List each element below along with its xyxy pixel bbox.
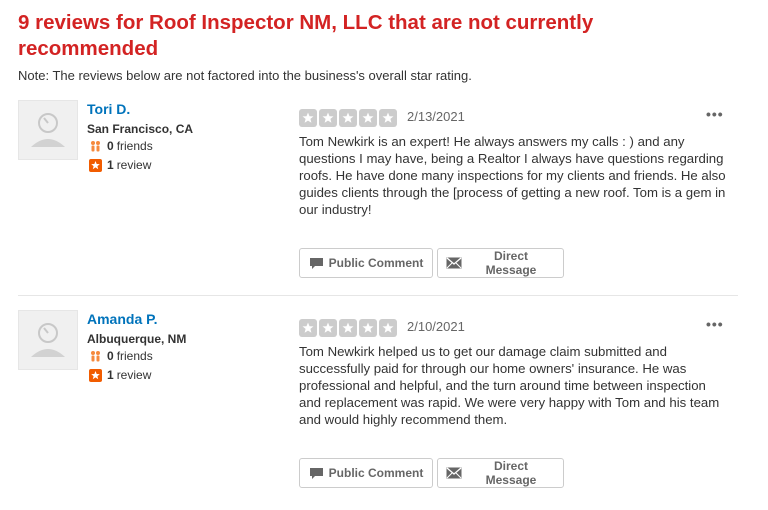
friends-icon bbox=[91, 140, 100, 151]
reviews-count-value: 1 bbox=[107, 158, 114, 172]
public-comment-label: Public Comment bbox=[328, 466, 424, 480]
friends-icon bbox=[91, 350, 100, 361]
reviews-count: 1 review bbox=[89, 158, 151, 172]
star-icon bbox=[299, 319, 317, 337]
review-star-icon bbox=[89, 158, 102, 172]
star-icon bbox=[319, 319, 337, 337]
star-rating bbox=[299, 319, 399, 337]
star-rating bbox=[299, 109, 399, 127]
star-icon bbox=[359, 109, 377, 127]
page-title: 9 reviews for Roof Inspector NM, LLC tha… bbox=[18, 11, 594, 60]
friends-label: friends bbox=[116, 349, 153, 363]
reviews-count-value: 1 bbox=[107, 368, 114, 382]
direct-message-label: Direct Message bbox=[485, 249, 537, 277]
reviews-count: 1 review bbox=[89, 368, 151, 382]
direct-message-label: Direct Message bbox=[485, 459, 537, 487]
friends-count-value: 0 bbox=[107, 349, 114, 363]
star-icon bbox=[339, 319, 357, 337]
speech-bubble-icon bbox=[309, 467, 323, 479]
star-icon bbox=[379, 109, 397, 127]
friends-count-value: 0 bbox=[107, 139, 114, 153]
user-location: San Francisco, CA bbox=[87, 122, 194, 136]
public-comment-label: Public Comment bbox=[328, 256, 424, 270]
reviews-label: review bbox=[116, 368, 152, 382]
review-text: Tom Newkirk helped us to get our damage … bbox=[299, 344, 720, 427]
user-name-link[interactable]: Tori D. bbox=[87, 101, 130, 117]
direct-message-button[interactable]: Direct Message bbox=[437, 458, 564, 488]
speech-bubble-icon bbox=[309, 257, 323, 269]
more-options-icon[interactable]: ••• bbox=[706, 106, 724, 122]
avatar[interactable] bbox=[18, 310, 78, 370]
avatar[interactable] bbox=[18, 100, 78, 160]
friends-count: 0 friends bbox=[89, 139, 153, 153]
disclaimer-note: Note: The reviews below are not factored… bbox=[18, 68, 472, 83]
envelope-icon bbox=[446, 467, 462, 479]
review-card: Tori D. San Francisco, CA 0 friends 1 re… bbox=[18, 100, 738, 300]
envelope-icon bbox=[446, 257, 462, 269]
star-icon bbox=[359, 319, 377, 337]
review-star-icon bbox=[89, 368, 102, 382]
user-silhouette-icon bbox=[31, 113, 65, 147]
more-options-icon[interactable]: ••• bbox=[706, 316, 724, 332]
star-icon bbox=[339, 109, 357, 127]
friends-count: 0 friends bbox=[89, 349, 153, 363]
user-silhouette-icon bbox=[31, 323, 65, 357]
direct-message-button[interactable]: Direct Message bbox=[437, 248, 564, 278]
review-date: 2/10/2021 bbox=[407, 319, 465, 334]
star-icon bbox=[319, 109, 337, 127]
reviews-label: review bbox=[116, 158, 152, 172]
review-text: Tom Newkirk is an expert! He always answ… bbox=[299, 134, 726, 217]
friends-label: friends bbox=[116, 139, 153, 153]
review-date: 2/13/2021 bbox=[407, 109, 465, 124]
user-name-link[interactable]: Amanda P. bbox=[87, 311, 158, 327]
review-card: Amanda P. Albuquerque, NM 0 friends 1 re… bbox=[18, 310, 738, 510]
user-location: Albuquerque, NM bbox=[87, 332, 187, 346]
review-divider bbox=[18, 295, 738, 296]
star-icon bbox=[299, 109, 317, 127]
star-icon bbox=[379, 319, 397, 337]
public-comment-button[interactable]: Public Comment bbox=[299, 458, 433, 488]
public-comment-button[interactable]: Public Comment bbox=[299, 248, 433, 278]
